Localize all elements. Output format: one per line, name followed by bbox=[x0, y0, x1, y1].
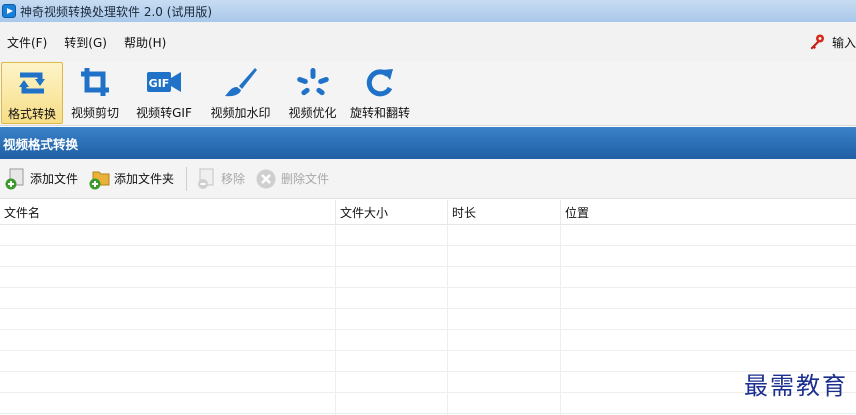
gif-icon: GIF bbox=[144, 64, 184, 100]
delete-icon bbox=[255, 168, 277, 190]
column-location[interactable]: 位置 bbox=[561, 200, 856, 225]
remove-button[interactable]: 移除 bbox=[195, 168, 245, 190]
add-file-button[interactable]: 添加文件 bbox=[4, 168, 78, 190]
crop-icon bbox=[75, 64, 115, 100]
table-body[interactable] bbox=[0, 225, 856, 415]
register-label: 输入 bbox=[831, 35, 856, 50]
delete-files-button[interactable]: 删除文件 bbox=[255, 168, 329, 190]
menu-help[interactable]: 帮助(H) bbox=[124, 34, 166, 51]
file-action-bar: 添加文件 添加文件夹 移除 删除文件 bbox=[0, 159, 856, 199]
column-duration[interactable]: 时长 bbox=[448, 200, 561, 225]
column-filename[interactable]: 文件名 bbox=[0, 200, 336, 225]
menu-bar: 文件(F) 转到(G) 帮助(H) 输入 bbox=[0, 22, 856, 62]
svg-text:GIF: GIF bbox=[149, 77, 170, 90]
menu-file[interactable]: 文件(F) bbox=[7, 34, 47, 51]
tool-watermark[interactable]: 视频加水印 bbox=[201, 62, 280, 124]
tool-label: 视频转GIF bbox=[136, 106, 192, 120]
tool-label: 视频优化 bbox=[288, 106, 337, 120]
title-bar: 神奇视频转换处理软件 2.0 (试用版) bbox=[0, 0, 856, 22]
add-folder-button[interactable]: 添加文件夹 bbox=[88, 168, 174, 190]
tool-label: 格式转换 bbox=[7, 107, 56, 121]
toolbar-divider bbox=[186, 166, 188, 191]
column-filesize[interactable]: 文件大小 bbox=[336, 200, 448, 225]
tool-format-convert[interactable]: 格式转换 bbox=[1, 62, 63, 124]
section-title: 视频格式转换 bbox=[0, 127, 856, 159]
rotate-icon bbox=[360, 64, 400, 100]
table-header: 文件名 文件大小 时长 位置 bbox=[0, 200, 856, 225]
tool-bar: 格式转换 视频剪切 GIF 视频转GIF 视频加水印 视频优化 旋转和翻转 bbox=[0, 62, 856, 126]
tool-video-to-gif[interactable]: GIF 视频转GIF bbox=[127, 62, 201, 124]
tool-label: 视频加水印 bbox=[210, 106, 271, 120]
tool-rotate-flip[interactable]: 旋转和翻转 bbox=[345, 62, 415, 124]
file-table: 文件名 文件大小 时长 位置 bbox=[0, 200, 856, 415]
remove-icon bbox=[195, 168, 217, 190]
add-folder-icon bbox=[88, 168, 110, 190]
key-icon bbox=[808, 33, 826, 51]
format-convert-icon bbox=[12, 65, 52, 101]
watermark-text: 最需教育 bbox=[744, 372, 848, 400]
menu-goto[interactable]: 转到(G) bbox=[64, 34, 107, 51]
brush-icon bbox=[221, 64, 261, 100]
tool-video-optimize[interactable]: 视频优化 bbox=[280, 62, 345, 124]
tool-label: 旋转和翻转 bbox=[349, 106, 410, 120]
optimize-icon bbox=[293, 64, 333, 100]
tool-video-crop[interactable]: 视频剪切 bbox=[63, 62, 127, 124]
register-button[interactable]: 输入 bbox=[808, 22, 856, 62]
app-icon bbox=[2, 4, 16, 18]
window-title: 神奇视频转换处理软件 2.0 (试用版) bbox=[20, 4, 213, 19]
tool-label: 视频剪切 bbox=[70, 106, 119, 120]
add-file-icon bbox=[4, 168, 26, 190]
